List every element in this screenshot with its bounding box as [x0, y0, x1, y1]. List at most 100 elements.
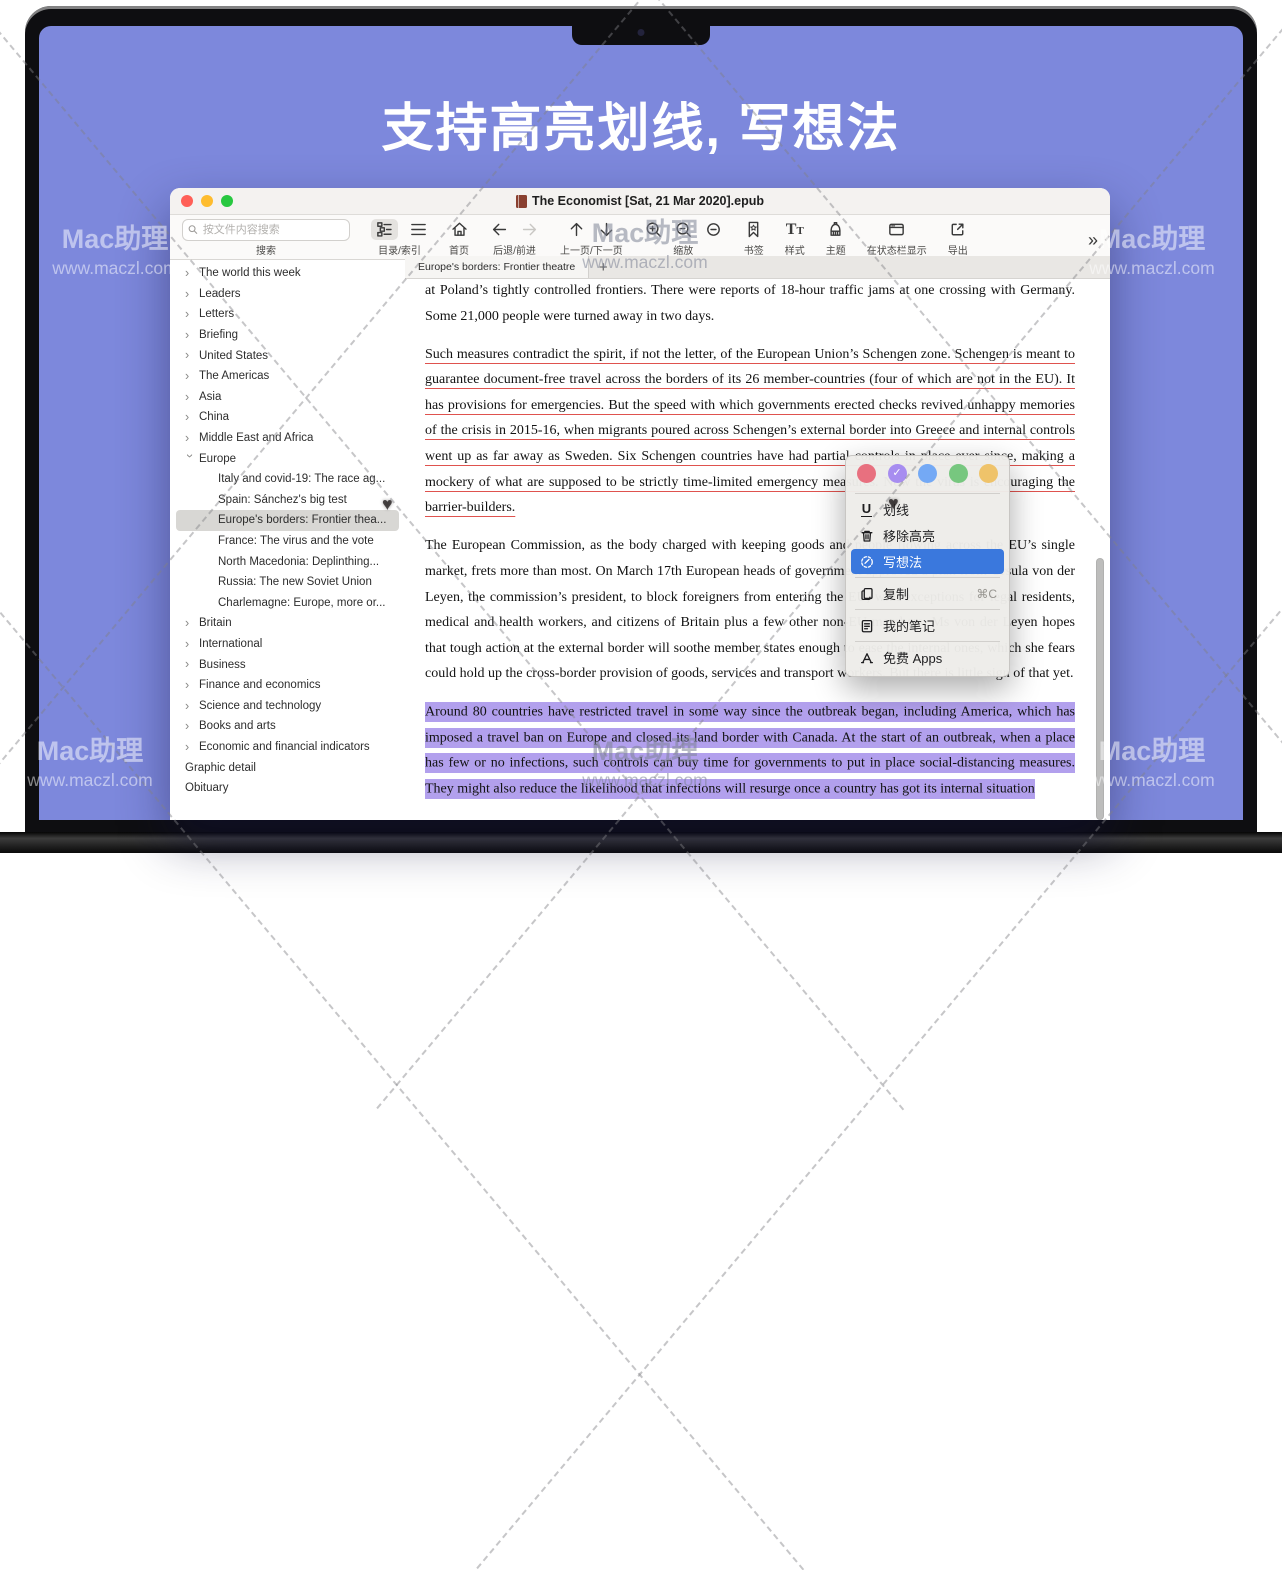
chevron-right-icon[interactable]: ›	[185, 720, 194, 733]
font-style-icon[interactable]: TT	[786, 222, 804, 238]
menu-item[interactable]: U 划线	[851, 497, 1004, 522]
chevron-down-icon[interactable]: ›	[183, 454, 196, 463]
color-dot-green[interactable]	[949, 464, 968, 483]
chevron-right-icon[interactable]: ›	[185, 638, 194, 651]
menu-item-label: 写想法	[883, 552, 997, 571]
search-input-box[interactable]	[182, 219, 350, 241]
menu-item-label: 划线	[883, 500, 997, 519]
sidebar-item[interactable]: ›Letters	[170, 304, 405, 325]
sidebar-item-label: Economic and financial indicators	[199, 741, 370, 753]
color-dot-yellow[interactable]	[979, 464, 998, 483]
chevron-right-icon[interactable]: ›	[185, 700, 194, 713]
theme-brush-icon[interactable]	[826, 220, 845, 239]
menu-item[interactable]: 免费 Apps	[851, 645, 1004, 670]
epub-book-icon	[516, 195, 527, 208]
sidebar-item[interactable]: › Economic and financial indicators	[170, 737, 405, 758]
reader-paragraph-text: at Poland’s tightly controlled frontiers…	[425, 283, 1075, 324]
back-icon[interactable]	[490, 220, 509, 239]
sidebar-item[interactable]: ›The Americas	[170, 366, 405, 387]
home-icon[interactable]	[450, 220, 469, 239]
sidebar-item-label: Finance and economics	[199, 679, 320, 691]
zoom-window-button[interactable]	[221, 195, 233, 207]
chevron-right-icon[interactable]: ›	[185, 329, 194, 342]
minimize-button[interactable]	[201, 195, 213, 207]
sidebar-item[interactable]: Italy and covid-19: The race ag...	[170, 469, 405, 490]
chevron-right-icon[interactable]: ›	[185, 679, 194, 692]
menu-item[interactable]: 复制⌘C	[851, 581, 1004, 606]
sidebar-item[interactable]: ›China	[170, 407, 405, 428]
toc-outline-icon[interactable]	[371, 219, 398, 240]
sidebar-item[interactable]: Charlemagne: Europe, more or...	[170, 593, 405, 614]
bookmark-icon[interactable]	[744, 220, 763, 239]
sidebar-item-label: Obituary	[185, 782, 228, 794]
chevron-right-icon[interactable]: ›	[185, 267, 194, 280]
toolbar-groups: 目录/索引首页后退/前进上一页/下一页缩放书签TT样式主题在状态栏显示导出	[371, 218, 968, 257]
sidebar-item[interactable]: › Books and arts	[170, 716, 405, 737]
chevron-right-icon[interactable]: ›	[185, 391, 194, 404]
next-page-icon[interactable]	[597, 220, 616, 239]
color-dot-red[interactable]	[857, 464, 876, 483]
prev-page-icon[interactable]	[567, 220, 586, 239]
chevron-right-icon[interactable]: ›	[185, 370, 194, 383]
chevron-right-icon[interactable]: ›	[185, 617, 194, 630]
underline-icon: U	[858, 502, 875, 517]
color-dot-purple-checked[interactable]: ✓	[888, 464, 907, 483]
toolbar-group-icons	[887, 218, 906, 241]
sidebar-item[interactable]: ›Asia	[170, 387, 405, 408]
new-tab-button[interactable]: +	[589, 256, 617, 278]
search-input[interactable]	[201, 223, 344, 237]
hero-title: 支持高亮划线, 写想法	[0, 86, 1282, 161]
scrollbar-thumb[interactable]	[1096, 558, 1104, 820]
sidebar-item[interactable]: ›Europe	[170, 448, 405, 469]
sidebar-item[interactable]: Obituary	[170, 778, 405, 799]
laptop-deck	[0, 832, 1282, 853]
sidebar-item[interactable]: ›The world this week	[170, 263, 405, 284]
sidebar-item[interactable]: ›Briefing	[170, 325, 405, 346]
sidebar-item[interactable]: ›Business	[170, 654, 405, 675]
statusbar-icon[interactable]	[887, 220, 906, 239]
menu-item[interactable]: 写想法	[851, 549, 1004, 574]
chevron-right-icon[interactable]: ›	[185, 411, 194, 424]
sidebar-item[interactable]: ›Middle East and Africa	[170, 428, 405, 449]
write-idea-icon	[858, 554, 875, 570]
zoom-out-icon[interactable]	[674, 220, 693, 239]
toolbar-overflow-button[interactable]: »	[1088, 229, 1098, 249]
sidebar-item[interactable]: › Leaders	[170, 284, 405, 305]
sidebar-item[interactable]: Graphic detail	[170, 757, 405, 778]
sidebar-item[interactable]: ›Britain	[170, 613, 405, 634]
forward-icon[interactable]	[520, 220, 539, 239]
tab-active[interactable]: Europe's borders: Frontier theatre	[405, 256, 589, 278]
zoom-reset-icon[interactable]	[704, 220, 723, 239]
tab-bar: Europe's borders: Frontier theatre +	[405, 256, 1110, 279]
toolbar-group-icons	[948, 218, 967, 241]
sidebar-item[interactable]: › Finance and economics	[170, 675, 405, 696]
sidebar-item[interactable]: North Macedonia: Deplinthing...	[170, 551, 405, 572]
sidebar-item[interactable]: Europe's borders: Frontier thea...	[176, 510, 399, 531]
reader-paragraph: Around 80 countries have restricted trav…	[425, 699, 1075, 801]
sidebar-item-label: Leaders	[199, 288, 241, 300]
toc-list-icon[interactable]	[409, 220, 428, 239]
zoom-in-icon[interactable]	[644, 220, 663, 239]
chevron-right-icon[interactable]: ›	[185, 741, 194, 754]
sidebar-item[interactable]: France: The virus and the vote	[170, 531, 405, 552]
export-icon[interactable]	[948, 220, 967, 239]
sidebar-item[interactable]: ›United States	[170, 345, 405, 366]
toolbar-group-label: 目录/索引	[378, 242, 421, 257]
chevron-right-icon[interactable]: ›	[185, 308, 194, 321]
menu-item[interactable]: 我的笔记	[851, 613, 1004, 638]
chevron-right-icon[interactable]: ›	[185, 658, 194, 671]
close-button[interactable]	[181, 195, 193, 207]
menu-divider	[855, 577, 1000, 578]
color-dot-blue[interactable]	[918, 464, 937, 483]
menu-item-label: 我的笔记	[883, 616, 997, 635]
toolbar-group-label: 样式	[785, 242, 805, 257]
sidebar-item[interactable]: ›Science and technology	[170, 695, 405, 716]
sidebar-item[interactable]: ›International	[170, 634, 405, 655]
chevron-right-icon[interactable]: ›	[185, 288, 194, 301]
menu-item[interactable]: 移除高亮	[851, 523, 1004, 548]
chevron-right-icon[interactable]: ›	[185, 349, 194, 362]
chevron-right-icon[interactable]: ›	[185, 432, 194, 445]
sidebar-item[interactable]: Russia: The new Soviet Union	[170, 572, 405, 593]
sidebar-item[interactable]: Spain: Sánchez's big test	[170, 490, 405, 511]
sidebar-item-label: Books and arts	[199, 720, 276, 732]
